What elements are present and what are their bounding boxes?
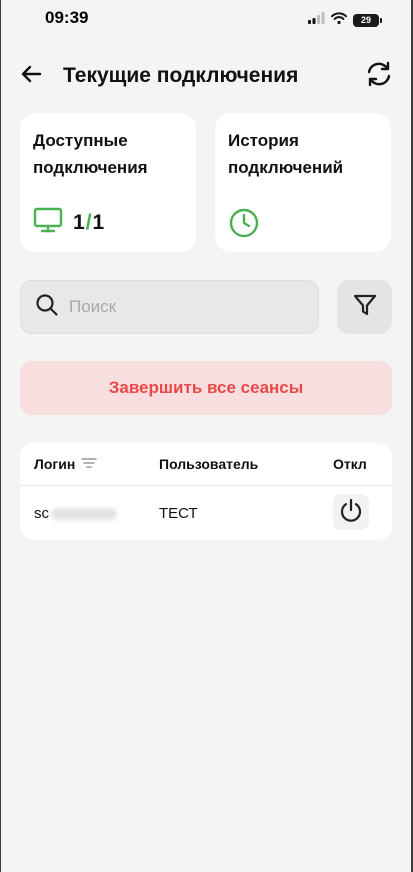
- status-bar: 09:39 29: [1, 0, 411, 40]
- connection-history-card[interactable]: История подключений: [215, 113, 391, 252]
- status-icons: 29: [308, 11, 382, 29]
- row-login-prefix: sc: [34, 505, 49, 522]
- sessions-table: Логин Пользователь Откл sc ТЕСТ: [20, 443, 392, 540]
- page-title: Текущие подключения: [63, 64, 299, 87]
- search-box[interactable]: [20, 280, 319, 334]
- available-connections-title: Доступные подключения: [33, 131, 148, 177]
- refresh-button[interactable]: [363, 60, 395, 92]
- row-login: sc: [34, 505, 117, 522]
- cellular-signal-icon: [308, 11, 325, 29]
- total-count: 1: [92, 210, 106, 234]
- end-all-sessions-button[interactable]: Завершить все сеансы: [20, 361, 392, 415]
- search-icon: [35, 293, 59, 322]
- connection-history-title: История подключений: [228, 131, 344, 177]
- column-header-login[interactable]: Логин: [34, 456, 98, 472]
- wifi-icon: [331, 11, 347, 29]
- available-connections-card[interactable]: Доступные подключения 1/1: [20, 113, 196, 252]
- sort-icon: [81, 456, 98, 472]
- back-button[interactable]: [17, 62, 45, 90]
- login-redaction: [51, 507, 117, 520]
- filter-button[interactable]: [337, 280, 392, 334]
- battery-icon: 29: [353, 13, 382, 27]
- power-icon: [338, 497, 364, 528]
- refresh-icon: [365, 61, 393, 92]
- connections-ratio: 1/1: [73, 211, 105, 235]
- table-header: Логин Пользователь Откл: [20, 443, 392, 486]
- column-header-login-label: Логин: [34, 456, 76, 472]
- history-icon-wrap: [228, 207, 260, 244]
- row-user: ТЕСТ: [159, 505, 198, 522]
- search-input[interactable]: [69, 297, 289, 317]
- active-count: 1: [73, 210, 86, 234]
- table-row: sc ТЕСТ: [20, 486, 392, 540]
- filter-icon: [352, 292, 378, 323]
- column-header-disconnect: Откл: [333, 456, 367, 472]
- disconnect-button[interactable]: [333, 494, 369, 530]
- app-header: Текущие подключения: [1, 56, 411, 96]
- clock-icon: [228, 207, 260, 244]
- monitor-icon: [33, 207, 63, 238]
- app-screen: 09:39 29 Текущие подключения Доступные п…: [1, 0, 411, 872]
- back-arrow-icon: [20, 65, 42, 88]
- ratio-separator: /: [85, 210, 93, 234]
- column-header-user: Пользователь: [159, 456, 259, 472]
- connections-count: 1/1: [33, 207, 105, 238]
- status-time: 09:39: [45, 8, 89, 27]
